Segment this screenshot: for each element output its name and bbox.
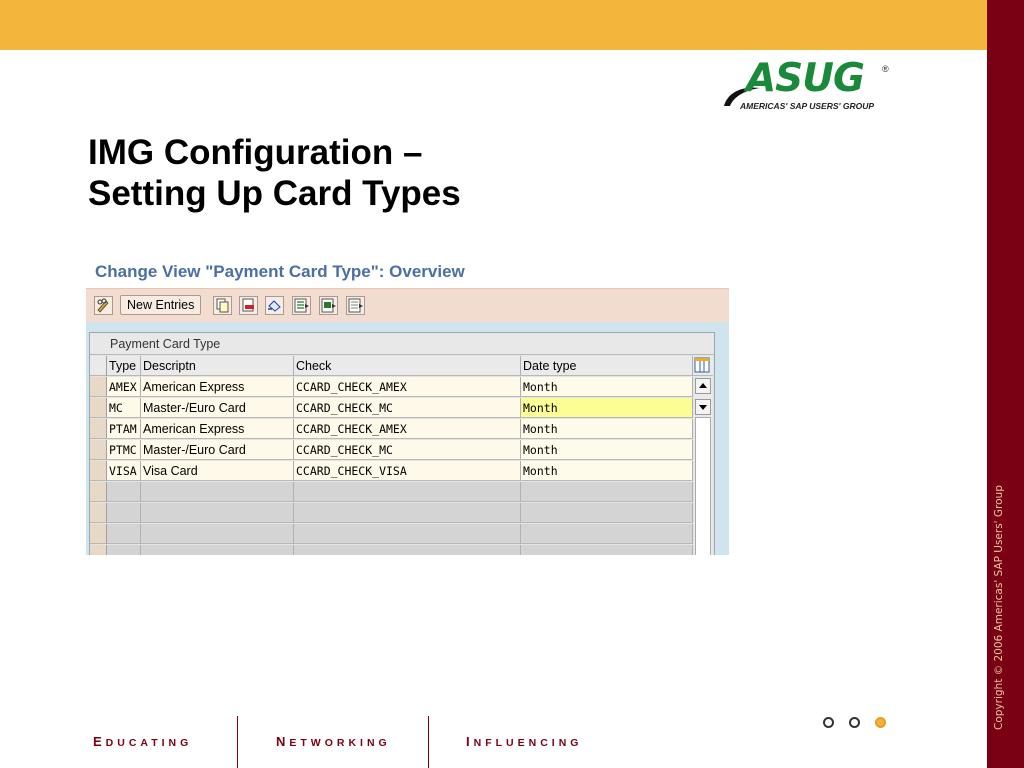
slide-title: IMG Configuration – Setting Up Card Type… bbox=[88, 132, 461, 214]
select-all-rows-button[interactable] bbox=[90, 356, 107, 376]
deselect-all-icon[interactable] bbox=[346, 296, 365, 315]
select-all-icon[interactable] bbox=[292, 296, 311, 315]
sap-table-panel: Payment Card Type Type Descriptn Check D… bbox=[86, 322, 729, 555]
copy-icon[interactable] bbox=[213, 296, 232, 315]
select-block-icon[interactable] bbox=[319, 296, 338, 315]
cell-description[interactable] bbox=[141, 545, 294, 555]
cell-description[interactable] bbox=[141, 482, 294, 502]
cell-type[interactable]: PTMC bbox=[107, 440, 141, 460]
cell-check[interactable]: CCARD_CHECK_AMEX bbox=[294, 419, 521, 439]
cell-check[interactable] bbox=[294, 503, 521, 523]
logo-word: ASUG bbox=[746, 56, 865, 101]
header-type[interactable]: Type bbox=[107, 356, 141, 376]
cell-date-type[interactable] bbox=[521, 545, 693, 555]
scrollbar-track[interactable] bbox=[695, 417, 711, 555]
row-selector[interactable] bbox=[90, 524, 107, 544]
cell-check[interactable] bbox=[294, 524, 521, 544]
row-selector[interactable] bbox=[90, 377, 107, 397]
row-selector[interactable] bbox=[90, 503, 107, 523]
row-selector[interactable] bbox=[90, 482, 107, 502]
table-row[interactable]: AMEX American Express CCARD_CHECK_AMEX M… bbox=[90, 377, 714, 398]
table-row[interactable]: MC Master-/Euro Card CCARD_CHECK_MC Mont… bbox=[90, 398, 714, 419]
sap-screen-title: Change View "Payment Card Type": Overvie… bbox=[95, 262, 465, 281]
header-description[interactable]: Descriptn bbox=[141, 356, 294, 376]
slide-footer: EDUCATING NETWORKING INFLUENCING bbox=[0, 700, 987, 768]
empty-table-row[interactable] bbox=[90, 482, 714, 503]
cell-check[interactable] bbox=[294, 482, 521, 502]
footer-divider bbox=[237, 716, 238, 768]
footer-influencing: INFLUENCING bbox=[466, 734, 583, 749]
table-row[interactable]: VISA Visa Card CCARD_CHECK_VISA Month bbox=[90, 461, 714, 482]
payment-card-type-table: Payment Card Type Type Descriptn Check D… bbox=[89, 332, 715, 555]
cell-type[interactable] bbox=[107, 524, 141, 544]
row-selector[interactable] bbox=[90, 419, 107, 439]
row-selector[interactable] bbox=[90, 398, 107, 418]
cell-check[interactable]: CCARD_CHECK_MC bbox=[294, 440, 521, 460]
cell-type[interactable]: MC bbox=[107, 398, 141, 418]
cell-description[interactable]: Visa Card bbox=[141, 461, 294, 481]
vertical-scrollbar[interactable] bbox=[694, 377, 712, 555]
top-accent-bar bbox=[0, 0, 987, 50]
cell-check[interactable]: CCARD_CHECK_AMEX bbox=[294, 377, 521, 397]
cell-date-type[interactable]: Month bbox=[521, 461, 693, 481]
cell-date-type[interactable] bbox=[521, 524, 693, 544]
slide-dot bbox=[849, 717, 860, 728]
delete-icon[interactable] bbox=[239, 296, 258, 315]
copyright-text: Copyright © 2006 Americas' SAP Users' Gr… bbox=[993, 485, 1005, 730]
header-date-type[interactable]: Date type bbox=[521, 356, 693, 376]
cell-type[interactable] bbox=[107, 482, 141, 502]
row-selector[interactable] bbox=[90, 545, 107, 555]
cell-date-type[interactable] bbox=[521, 503, 693, 523]
header-check[interactable]: Check bbox=[294, 356, 521, 376]
table-header-row: Type Descriptn Check Date type bbox=[90, 356, 714, 377]
sap-toolbar: New Entries bbox=[86, 288, 729, 323]
cell-description[interactable]: Master-/Euro Card bbox=[141, 440, 294, 460]
side-accent-bar: Copyright © 2006 Americas' SAP Users' Gr… bbox=[987, 0, 1024, 768]
cell-date-type[interactable]: Month bbox=[521, 377, 693, 397]
empty-table-row[interactable] bbox=[90, 524, 714, 545]
cell-date-type[interactable]: Month bbox=[521, 440, 693, 460]
cell-date-type[interactable]: Month bbox=[521, 419, 693, 439]
logo-tagline: AMERICAS' SAP USERS' GROUP bbox=[740, 101, 875, 111]
footer-divider bbox=[428, 716, 429, 768]
slide-dot-active bbox=[875, 717, 886, 728]
table-caption: Payment Card Type bbox=[90, 333, 714, 355]
cell-type[interactable] bbox=[107, 545, 141, 555]
footer-educating: EDUCATING bbox=[93, 734, 193, 749]
cell-type[interactable]: PTAM bbox=[107, 419, 141, 439]
cell-check[interactable]: CCARD_CHECK_VISA bbox=[294, 461, 521, 481]
table-row[interactable]: PTMC Master-/Euro Card CCARD_CHECK_MC Mo… bbox=[90, 440, 714, 461]
cell-description[interactable] bbox=[141, 503, 294, 523]
cell-date-type[interactable] bbox=[521, 482, 693, 502]
scroll-down-icon[interactable] bbox=[695, 399, 711, 415]
cell-type[interactable]: VISA bbox=[107, 461, 141, 481]
cell-description[interactable]: American Express bbox=[141, 419, 294, 439]
cell-check[interactable]: CCARD_CHECK_MC bbox=[294, 398, 521, 418]
table-row[interactable]: PTAM American Express CCARD_CHECK_AMEX M… bbox=[90, 419, 714, 440]
cell-description[interactable] bbox=[141, 524, 294, 544]
empty-table-row[interactable] bbox=[90, 503, 714, 524]
slide-title-line-2: Setting Up Card Types bbox=[88, 174, 461, 213]
cell-description[interactable]: American Express bbox=[141, 377, 294, 397]
cell-type[interactable] bbox=[107, 503, 141, 523]
cell-description[interactable]: Master-/Euro Card bbox=[141, 398, 294, 418]
scroll-up-icon[interactable] bbox=[695, 378, 711, 394]
empty-table-row[interactable] bbox=[90, 545, 714, 555]
slide-dot bbox=[823, 717, 834, 728]
cell-check[interactable] bbox=[294, 545, 521, 555]
pencil-glasses-icon[interactable] bbox=[94, 296, 113, 315]
logo-registered: ® bbox=[882, 64, 889, 74]
cell-type[interactable]: AMEX bbox=[107, 377, 141, 397]
new-entries-button[interactable]: New Entries bbox=[120, 295, 202, 315]
undo-icon[interactable] bbox=[265, 296, 284, 315]
asug-logo: ASUG ® AMERICAS' SAP USERS' GROUP bbox=[722, 56, 894, 114]
slide-title-line-1: IMG Configuration – bbox=[88, 133, 423, 172]
row-selector[interactable] bbox=[90, 461, 107, 481]
table-settings-icon[interactable] bbox=[693, 356, 713, 376]
row-selector[interactable] bbox=[90, 440, 107, 460]
cell-date-type-focused[interactable]: Month bbox=[521, 398, 693, 418]
footer-networking: NETWORKING bbox=[276, 734, 391, 749]
